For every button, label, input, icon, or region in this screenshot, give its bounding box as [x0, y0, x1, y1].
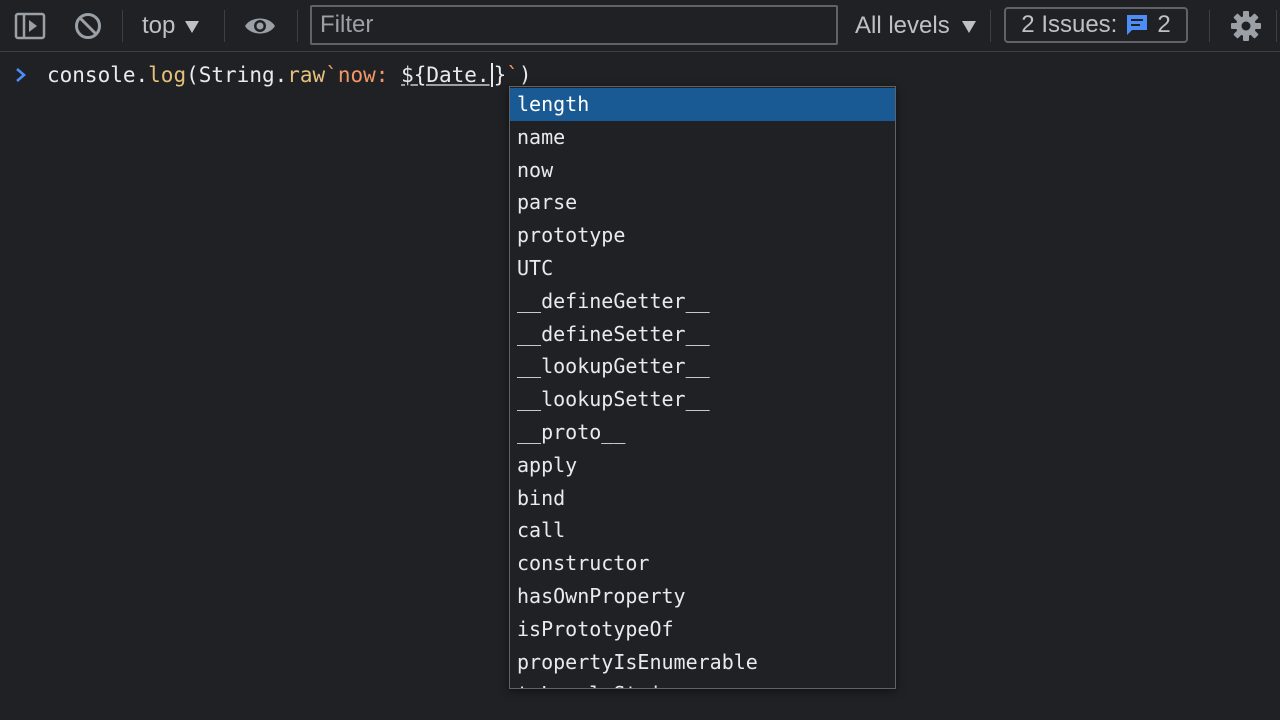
autocomplete-dropdown: length name now parse prototype UTC __defineGe…: [509, 86, 896, 689]
log-levels-dropdown[interactable]: All levels: [855, 8, 976, 44]
autocomplete-list: length name now parse prototype UTC __defineGe…: [510, 87, 895, 688]
code-token: now:: [337, 63, 402, 87]
context-selector[interactable]: top: [142, 8, 200, 44]
code-token: raw: [287, 63, 326, 87]
console-toolbar: top All levels 2 Issues: 2: [0, 0, 1280, 52]
autocomplete-item[interactable]: call: [510, 514, 895, 547]
autocomplete-item[interactable]: name: [510, 121, 895, 154]
toolbar-divider: [1276, 10, 1277, 42]
code-token: console.: [47, 63, 149, 87]
toolbar-divider: [990, 10, 991, 42]
chevron-down-icon: [961, 21, 976, 33]
filter-input[interactable]: [310, 5, 838, 45]
sidebar-toggle-icon: [14, 12, 46, 40]
issues-count: 2: [1157, 11, 1171, 38]
eye-icon: [245, 18, 275, 34]
code-token: `: [325, 63, 338, 87]
autocomplete-item[interactable]: constructor: [510, 547, 895, 580]
autocomplete-item[interactable]: __proto__: [510, 416, 895, 449]
code-token: log: [148, 63, 187, 87]
autocomplete-item[interactable]: parse: [510, 186, 895, 219]
console-input-line[interactable]: console. log(String. raw ` now: ${Date.} `): [14, 61, 532, 89]
log-levels-label: All levels: [855, 12, 950, 39]
autocomplete-item[interactable]: __lookupGetter__: [510, 350, 895, 383]
code-token: ): [518, 63, 532, 87]
autocomplete-item[interactable]: isPrototypeOf: [510, 613, 895, 646]
code-token: `: [506, 63, 519, 87]
autocomplete-item[interactable]: length: [510, 88, 895, 121]
autocomplete-item[interactable]: __defineSetter__: [510, 318, 895, 351]
text-caret: [490, 63, 493, 87]
settings-button[interactable]: [1228, 8, 1264, 44]
issues-message-icon: [1127, 15, 1148, 35]
issues-label: 2 Issues:: [1021, 11, 1118, 38]
toolbar-divider: [122, 10, 123, 42]
code-token: (: [186, 63, 199, 87]
autocomplete-item[interactable]: now: [510, 154, 895, 187]
chevron-down-icon: [185, 21, 200, 33]
autocomplete-item[interactable]: UTC: [510, 252, 895, 285]
autocomplete-item[interactable]: propertyIsEnumerable: [510, 646, 895, 679]
live-expression-button[interactable]: [240, 8, 280, 44]
code-token: }: [493, 63, 507, 87]
autocomplete-item[interactable]: apply: [510, 449, 895, 482]
toolbar-divider: [1209, 10, 1210, 42]
prompt-chevron-icon: [14, 67, 47, 83]
autocomplete-item[interactable]: __lookupSetter__: [510, 383, 895, 416]
autocomplete-item[interactable]: __defineGetter__: [510, 285, 895, 318]
clear-console-icon: [75, 13, 101, 39]
code-token: ${Date.: [401, 63, 490, 87]
autocomplete-item[interactable]: hasOwnProperty: [510, 580, 895, 613]
code-token: String.: [198, 63, 288, 87]
autocomplete-item[interactable]: toLocaleString: [510, 678, 895, 688]
clear-console-button[interactable]: [70, 8, 106, 44]
sidebar-toggle-button[interactable]: [12, 8, 48, 44]
toolbar-divider: [224, 10, 225, 42]
issues-button[interactable]: 2 Issues: 2: [1004, 7, 1188, 43]
toolbar-divider: [297, 10, 298, 42]
gear-icon: [1231, 11, 1261, 41]
context-label: top: [142, 12, 176, 39]
autocomplete-item[interactable]: prototype: [510, 219, 895, 252]
autocomplete-item[interactable]: bind: [510, 482, 895, 515]
